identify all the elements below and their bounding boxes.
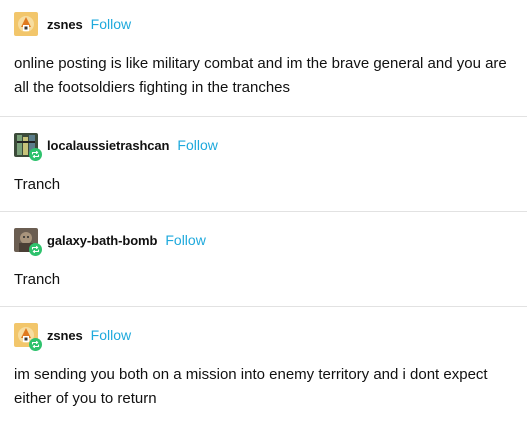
follow-button[interactable]: Follow bbox=[165, 232, 205, 248]
thread-post: galaxy-bath-bomb Follow Tranch bbox=[0, 212, 527, 307]
avatar[interactable] bbox=[14, 228, 42, 256]
avatar[interactable] bbox=[14, 323, 42, 351]
reblog-icon bbox=[29, 243, 42, 256]
post-username[interactable]: zsnes bbox=[47, 328, 83, 343]
post-text: Tranch bbox=[14, 271, 61, 288]
post-text: Tranch bbox=[14, 176, 61, 193]
post-header: zsnes Follow bbox=[14, 12, 131, 36]
post-text: im sending you both on a mission into en… bbox=[14, 366, 488, 407]
avatar[interactable] bbox=[14, 12, 38, 36]
post-header: localaussietrashcan Follow bbox=[14, 133, 218, 161]
follow-button[interactable]: Follow bbox=[91, 327, 131, 343]
reblog-thread: zsnes Follow online posting is like mili… bbox=[0, 0, 527, 425]
avatar[interactable] bbox=[14, 133, 42, 161]
post-header: galaxy-bath-bomb Follow bbox=[14, 228, 206, 256]
thread-post: localaussietrashcan Follow Tranch bbox=[0, 117, 527, 212]
post-header: zsnes Follow bbox=[14, 323, 131, 351]
thread-post: zsnes Follow im sending you both on a mi… bbox=[0, 307, 527, 425]
post-username[interactable]: zsnes bbox=[47, 17, 83, 32]
post-username[interactable]: localaussietrashcan bbox=[47, 138, 169, 153]
thread-post: zsnes Follow online posting is like mili… bbox=[0, 0, 527, 117]
follow-button[interactable]: Follow bbox=[91, 16, 131, 32]
follow-button[interactable]: Follow bbox=[177, 137, 217, 153]
post-text: online posting is like military combat a… bbox=[14, 55, 507, 96]
reblog-icon bbox=[29, 148, 42, 161]
post-username[interactable]: galaxy-bath-bomb bbox=[47, 233, 157, 248]
reblog-icon bbox=[29, 338, 42, 351]
zsnes-avatar-icon bbox=[14, 12, 38, 36]
